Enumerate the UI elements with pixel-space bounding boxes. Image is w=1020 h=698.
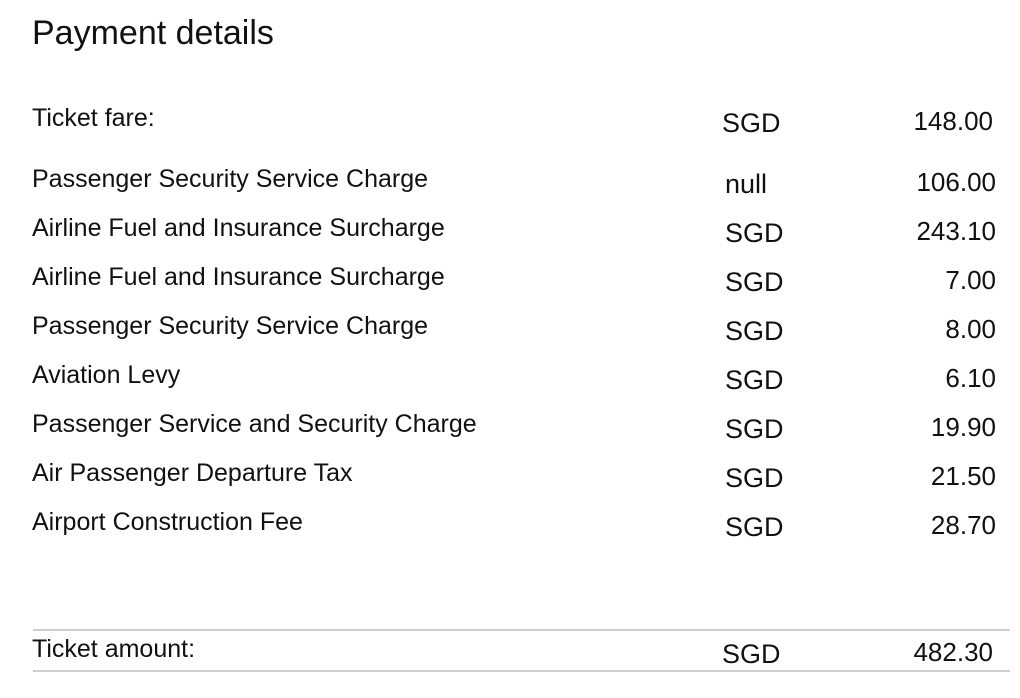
charge-currency: SGD <box>725 316 784 346</box>
ticket-fare-currency: SGD <box>722 108 781 138</box>
charge-amount: 21.50 <box>930 461 996 491</box>
charge-currency: SGD <box>725 267 784 297</box>
charge-label: Passenger Security Service Charge <box>32 165 429 193</box>
ticket-amount-row: Ticket amount: SGD 482.30 <box>0 635 1020 675</box>
charge-row: Airline Fuel and Insurance Surcharge SGD 2… <box>0 214 1020 254</box>
charge-currency: null <box>725 169 768 199</box>
ticket-amount-label: Ticket amount: <box>32 635 196 663</box>
charge-label: Passenger Service and Security Charge <box>32 410 477 438</box>
charge-currency: SGD <box>725 414 784 444</box>
charge-currency: SGD <box>725 463 784 493</box>
charge-amount: 106.00 <box>916 167 996 197</box>
ticket-fare-amount: 148.00 <box>913 106 993 136</box>
charge-label: Aviation Levy <box>32 361 181 389</box>
charge-row: Airline Fuel and Insurance Surcharge SGD 7… <box>0 263 1020 303</box>
charge-amount: 19.90 <box>930 412 996 442</box>
charge-label: Airline Fuel and Insurance Surcharge <box>32 263 445 291</box>
ticket-amount-value: 482.30 <box>913 637 993 667</box>
charge-row: Passenger Service and Security Charge SGD… <box>0 410 1020 450</box>
charge-row: Air Passenger Departure Tax SGD 21.50 <box>0 459 1020 499</box>
divider-bottom <box>33 670 1010 672</box>
charge-label: Air Passenger Departure Tax <box>32 459 353 487</box>
charge-label: Airline Fuel and Insurance Surcharge <box>32 214 445 242</box>
charge-row: Passenger Security Service Charge null 106… <box>0 165 1020 205</box>
charge-currency: SGD <box>725 365 784 395</box>
ticket-fare-label: Ticket fare: <box>32 104 155 132</box>
ticket-amount-currency: SGD <box>722 639 781 669</box>
charge-amount: 7.00 <box>945 265 996 295</box>
page-title: Payment details <box>32 14 274 52</box>
charge-label: Airport Construction Fee <box>32 508 303 536</box>
charge-label: Passenger Security Service Charge <box>32 312 429 340</box>
charge-amount: 6.10 <box>945 363 996 393</box>
charge-row: Passenger Security Service Charge SGD 8.00 <box>0 312 1020 352</box>
charge-amount: 243.10 <box>916 216 996 246</box>
charge-currency: SGD <box>725 218 784 248</box>
charge-row: Airport Construction Fee SGD 28.70 <box>0 508 1020 548</box>
charge-amount: 8.00 <box>945 314 996 344</box>
charge-amount: 28.70 <box>930 510 996 540</box>
ticket-fare-row: Ticket fare: SGD 148.00 <box>0 104 1020 144</box>
divider-top <box>33 629 1010 631</box>
charge-row: Aviation Levy SGD 6.10 <box>0 361 1020 401</box>
charge-currency: SGD <box>725 512 784 542</box>
